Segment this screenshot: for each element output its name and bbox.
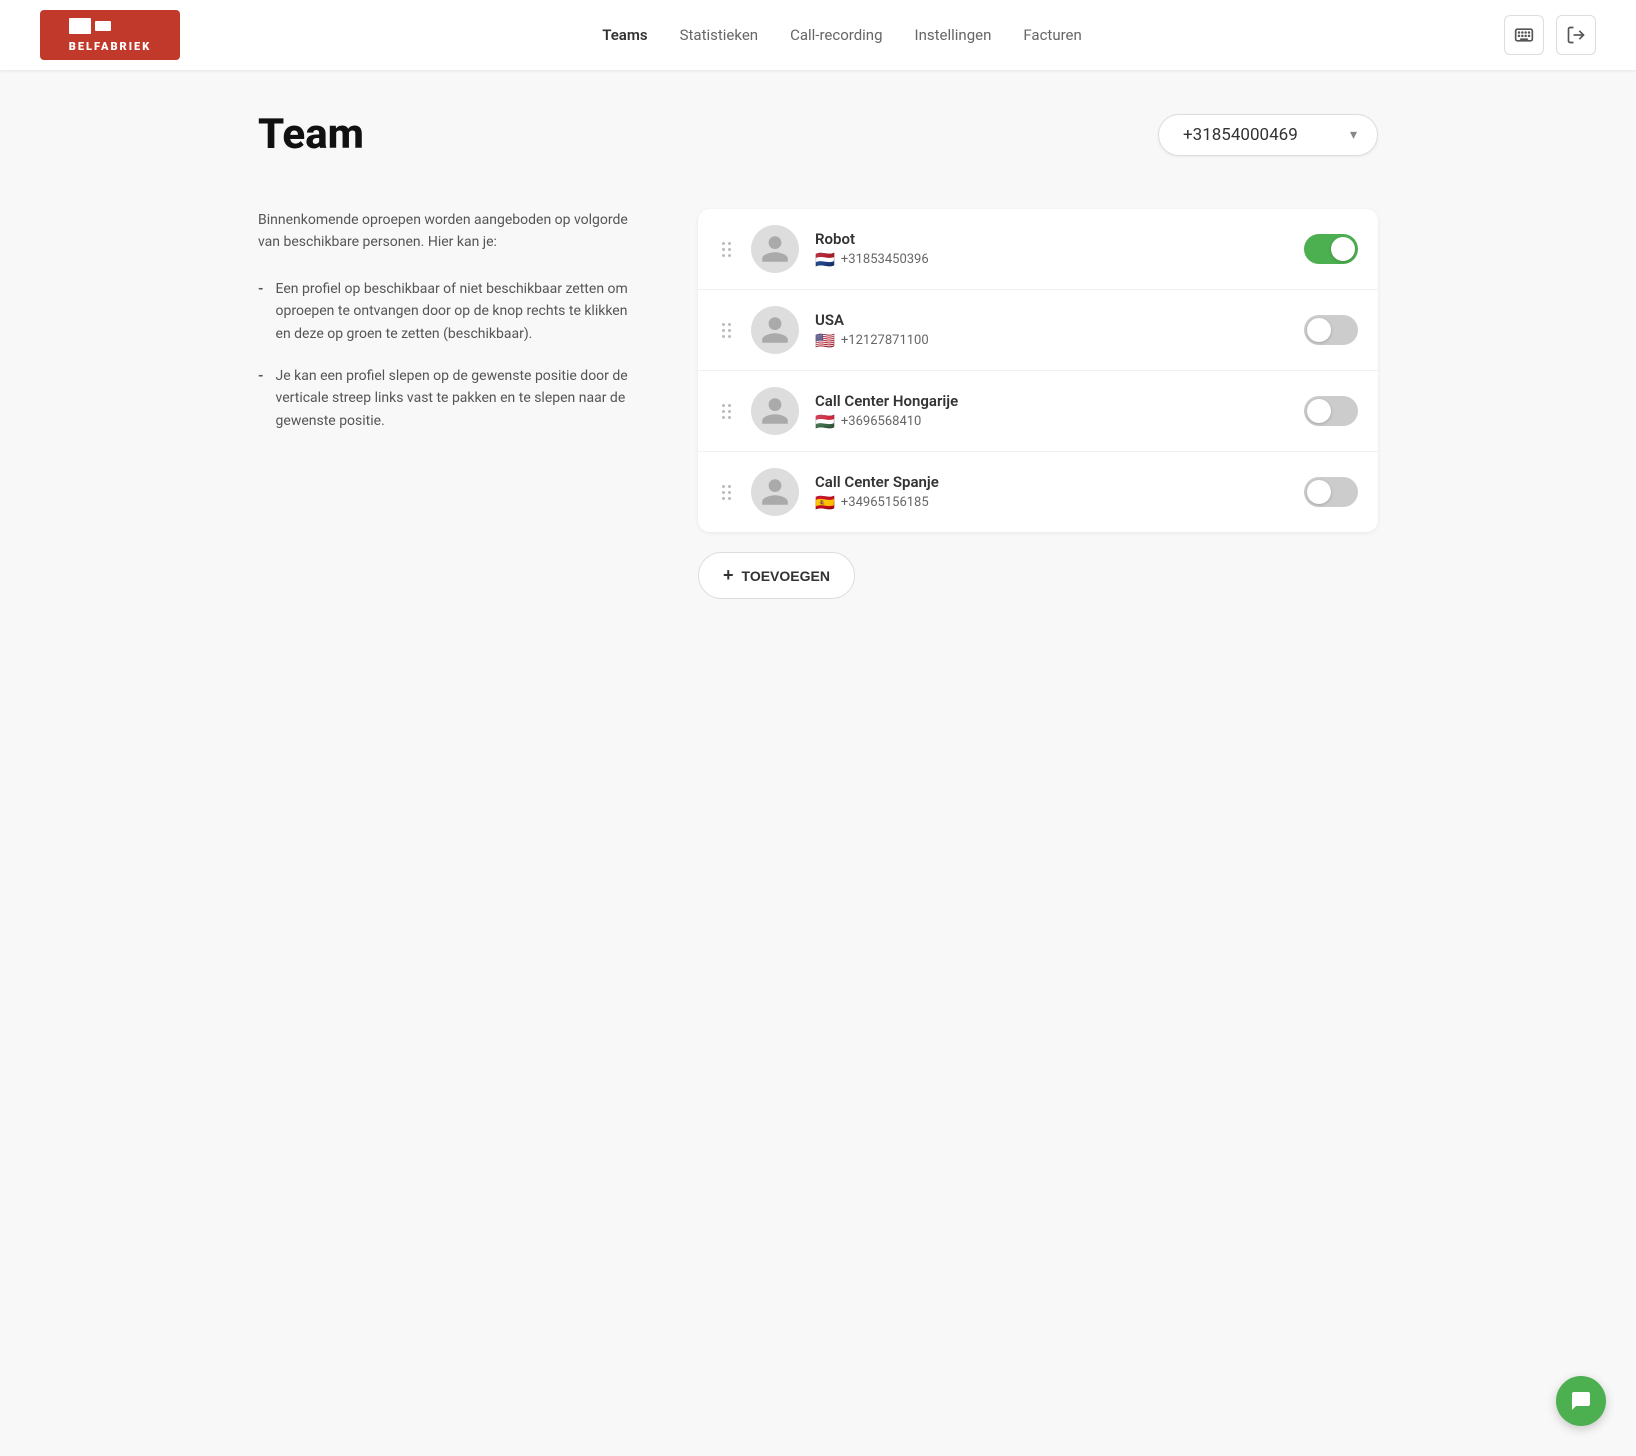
content-area: Binnenkomende oproepen worden aangeboden…: [258, 209, 1378, 599]
team-info-robot: Robot 🇳🇱 +31853450396: [815, 230, 1288, 269]
bullet-dash-1: -: [258, 278, 264, 345]
team-name-hongarije: Call Center Hongarije: [815, 392, 1288, 410]
description-intro: Binnenkomende oproepen worden aangeboden…: [258, 209, 638, 254]
bullet-item-1: - Een profiel op beschikbaar of niet bes…: [258, 278, 638, 345]
flag-robot: 🇳🇱: [815, 250, 835, 269]
drag-handle-hongarije[interactable]: [718, 402, 735, 421]
team-phone-spanje: 🇪🇸 +34965156185: [815, 493, 1288, 512]
add-button[interactable]: + TOEVOEGEN: [698, 552, 855, 599]
nav-facturen[interactable]: Facturen: [1023, 26, 1081, 44]
toggle-spanje[interactable]: [1304, 477, 1358, 507]
exit-icon-button[interactable]: [1556, 15, 1596, 55]
toggle-slider-spanje: [1304, 477, 1358, 507]
nav-call-recording[interactable]: Call-recording: [790, 26, 882, 44]
flag-usa: 🇺🇸: [815, 331, 835, 350]
logo: BELFABRIEK: [40, 10, 180, 60]
chat-bubble-button[interactable]: [1556, 1376, 1606, 1426]
team-info-usa: USA 🇺🇸 +12127871100: [815, 311, 1288, 350]
toggle-usa[interactable]: [1304, 315, 1358, 345]
team-item-usa: USA 🇺🇸 +12127871100: [698, 290, 1378, 371]
drag-handle-robot[interactable]: [718, 240, 735, 259]
bullet-text-2: Je kan een profiel slepen op de gewenste…: [276, 365, 638, 432]
toggle-robot[interactable]: [1304, 234, 1358, 264]
plus-icon: +: [723, 565, 734, 586]
team-name-spanje: Call Center Spanje: [815, 473, 1288, 491]
team-info-hongarije: Call Center Hongarije 🇭🇺 +3696568410: [815, 392, 1288, 431]
keyboard-icon: [1514, 25, 1534, 45]
main-nav: Teams Statistieken Call-recording Instel…: [602, 26, 1082, 44]
nav-statistieken[interactable]: Statistieken: [680, 26, 758, 44]
add-button-label: TOEVOEGEN: [742, 568, 830, 584]
toggle-slider-hongarije: [1304, 396, 1358, 426]
page-title: Team: [258, 110, 364, 159]
toggle-slider-usa: [1304, 315, 1358, 345]
exit-icon: [1566, 25, 1586, 45]
flag-hongarije: 🇭🇺: [815, 412, 835, 431]
header-icons: [1504, 15, 1596, 55]
nav-teams[interactable]: Teams: [602, 26, 647, 44]
logo-box: BELFABRIEK: [40, 10, 180, 60]
bullet-list: - Een profiel op beschikbaar of niet bes…: [258, 278, 638, 432]
drag-handle-spanje[interactable]: [718, 483, 735, 502]
team-phone-robot: 🇳🇱 +31853450396: [815, 250, 1288, 269]
chevron-down-icon: ▾: [1350, 127, 1357, 143]
avatar-spanje: [751, 468, 799, 516]
team-info-spanje: Call Center Spanje 🇪🇸 +34965156185: [815, 473, 1288, 512]
bullet-text-1: Een profiel op beschikbaar of niet besch…: [276, 278, 638, 345]
bullet-dash-2: -: [258, 365, 264, 432]
avatar-usa: [751, 306, 799, 354]
team-name-usa: USA: [815, 311, 1288, 329]
phone-dropdown[interactable]: +31854000469 ▾: [1158, 114, 1378, 156]
nav-instellingen[interactable]: Instellingen: [915, 26, 992, 44]
team-name-robot: Robot: [815, 230, 1288, 248]
team-item-robot: Robot 🇳🇱 +31853450396: [698, 209, 1378, 290]
avatar-robot: [751, 225, 799, 273]
bullet-item-2: - Je kan een profiel slepen op de gewens…: [258, 365, 638, 432]
keyboard-icon-button[interactable]: [1504, 15, 1544, 55]
toggle-slider-robot: [1304, 234, 1358, 264]
flag-spanje: 🇪🇸: [815, 493, 835, 512]
drag-handle-usa[interactable]: [718, 321, 735, 340]
team-item-hongarije: Call Center Hongarije 🇭🇺 +3696568410: [698, 371, 1378, 452]
chat-icon: [1569, 1389, 1593, 1413]
phone-robot: +31853450396: [841, 252, 929, 267]
team-item-spanje: Call Center Spanje 🇪🇸 +34965156185: [698, 452, 1378, 532]
main-content: Team +31854000469 ▾ Binnenkomende oproep…: [218, 70, 1418, 639]
phone-hongarije: +3696568410: [841, 414, 921, 429]
avatar-hongarije: [751, 387, 799, 435]
right-panel: Robot 🇳🇱 +31853450396: [698, 209, 1378, 599]
toggle-hongarije[interactable]: [1304, 396, 1358, 426]
team-phone-usa: 🇺🇸 +12127871100: [815, 331, 1288, 350]
team-list: Robot 🇳🇱 +31853450396: [698, 209, 1378, 532]
phone-spanje: +34965156185: [841, 495, 929, 510]
phone-number: +31854000469: [1183, 125, 1298, 145]
app-header: BELFABRIEK Teams Statistieken Call-recor…: [0, 0, 1636, 70]
page-header: Team +31854000469 ▾: [258, 110, 1378, 159]
phone-usa: +12127871100: [841, 333, 929, 348]
team-phone-hongarije: 🇭🇺 +3696568410: [815, 412, 1288, 431]
left-panel: Binnenkomende oproepen worden aangeboden…: [258, 209, 638, 599]
